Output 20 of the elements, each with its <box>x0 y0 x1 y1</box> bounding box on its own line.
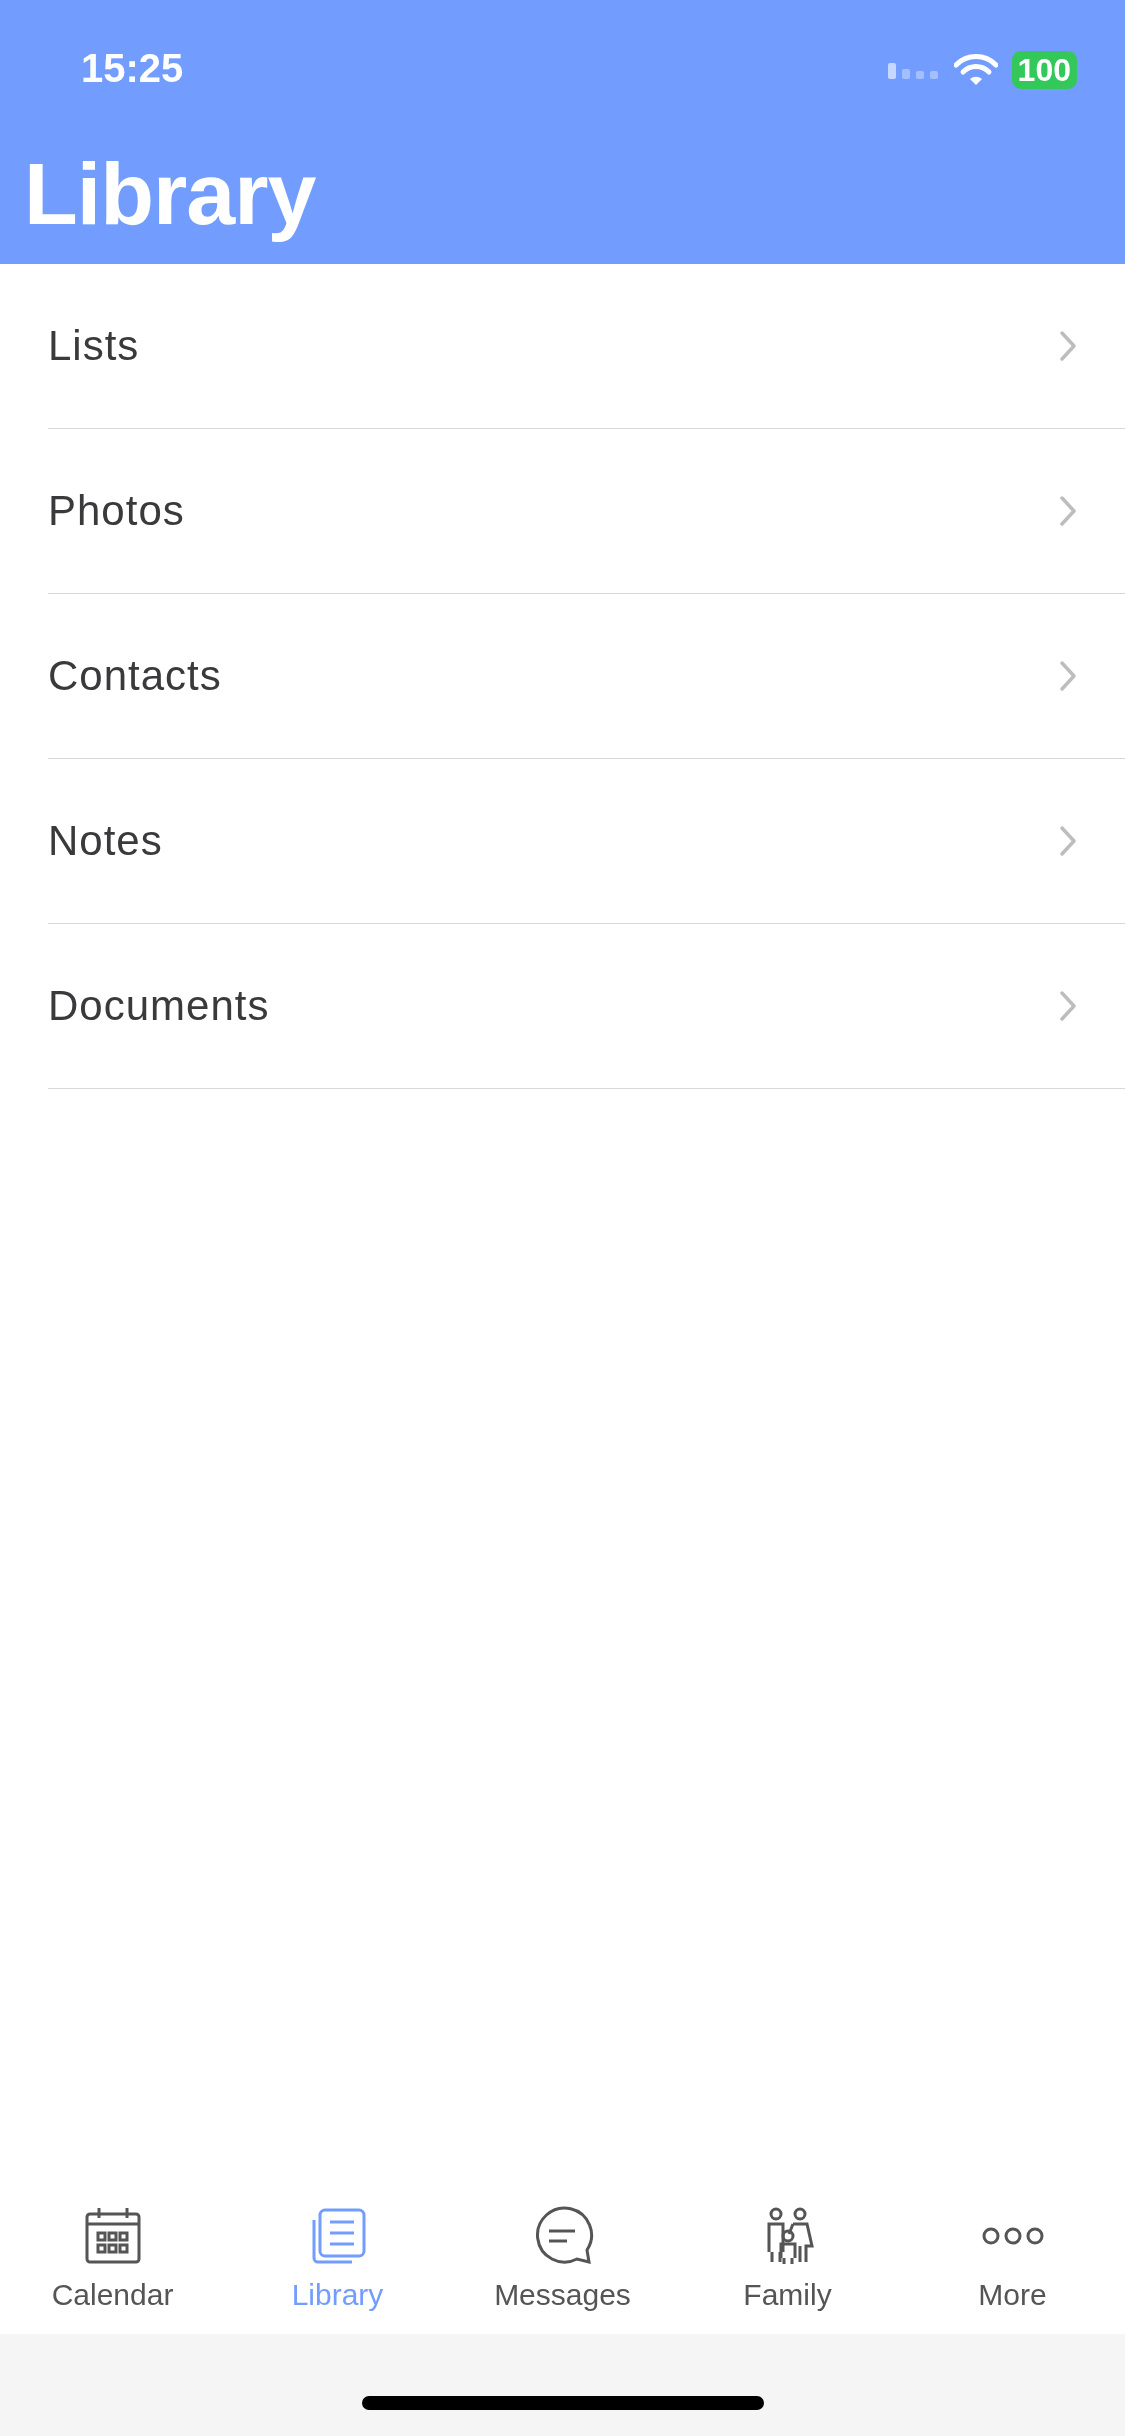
list-item[interactable]: Documents <box>48 924 1125 1089</box>
battery-indicator: 100 <box>1011 51 1077 89</box>
tab-button[interactable]: More <box>900 2180 1125 2334</box>
chevron-icon <box>1059 330 1077 362</box>
list-item[interactable]: Contacts <box>48 594 1125 759</box>
chevron-icon <box>1059 825 1077 857</box>
chevron-icon <box>1059 660 1077 692</box>
list-item[interactable]: Photos <box>48 429 1125 594</box>
signal-icon <box>887 61 940 79</box>
tab-button[interactable]: Family <box>675 2180 900 2334</box>
page-title: Library <box>24 144 317 244</box>
chevron-icon <box>1059 495 1077 527</box>
list-item[interactable]: Notes <box>48 759 1125 924</box>
list-item[interactable]: Lists <box>48 264 1125 429</box>
tab-button[interactable]: Messages <box>450 2180 675 2334</box>
tab-button[interactable]: Calendar <box>0 2180 225 2334</box>
wifi-icon <box>953 53 998 87</box>
status-time: 15:25 <box>81 45 184 91</box>
more-icon <box>980 2227 1045 2245</box>
chevron-icon <box>1059 990 1077 1022</box>
